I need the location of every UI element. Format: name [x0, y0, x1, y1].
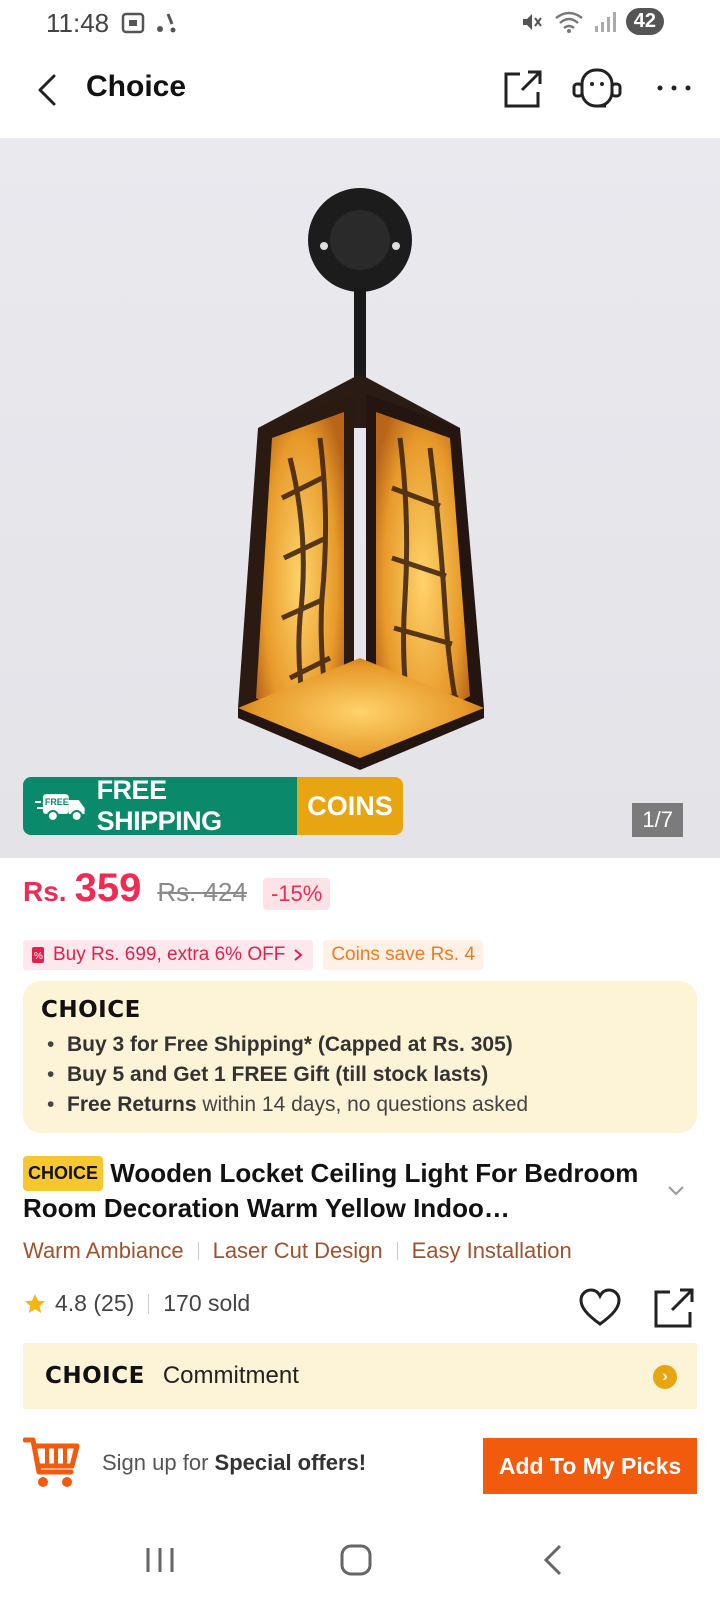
- feature-tag: Warm Ambiance: [23, 1238, 184, 1263]
- product-title-text: Wooden Locket Ceiling Light For Bedroom …: [23, 1158, 639, 1223]
- extra-discount-promo[interactable]: % Buy Rs. 699, extra 6% OFF: [23, 940, 314, 970]
- rating-row[interactable]: 4.8 (25) 170 sold: [23, 1290, 250, 1317]
- feature-tag: Laser Cut Design: [212, 1238, 383, 1263]
- mute-icon: [522, 13, 542, 30]
- free-shipping-label: FREE FREE SHIPPING: [23, 777, 297, 835]
- choice-benefits: CHOICE Buy 3 for Free Shipping* (Capped …: [23, 981, 697, 1133]
- sold-count: 170 sold: [163, 1290, 251, 1316]
- chevron-right-icon: ›: [653, 1365, 677, 1389]
- status-time: 11:48: [46, 8, 110, 38]
- delivery-truck-icon: FREE: [35, 794, 85, 822]
- coupon-icon: %: [32, 947, 44, 963]
- coins-save-badge: Coins save Rs. 4: [323, 940, 483, 970]
- back-nav-icon[interactable]: [534, 1540, 574, 1580]
- rating-value: 4.8 (25): [55, 1290, 135, 1316]
- star-icon: [25, 1293, 45, 1313]
- back-icon[interactable]: [28, 70, 68, 110]
- price-row: Rs. 359 Rs. 424 -15%: [23, 866, 331, 911]
- recent-apps-icon[interactable]: [140, 1540, 180, 1580]
- add-to-my-picks-button[interactable]: Add To My Picks: [483, 1438, 697, 1494]
- price-value: 359: [74, 866, 142, 910]
- image-counter: 1/7: [632, 803, 683, 837]
- status-icons-left: [120, 10, 178, 36]
- choice-logo: CHOICE: [45, 1363, 145, 1389]
- system-nav-bar: [0, 1520, 720, 1600]
- signal-icon: [594, 11, 616, 32]
- wifi-icon: [554, 11, 583, 33]
- home-icon[interactable]: [336, 1540, 376, 1580]
- battery-indicator: 42: [625, 8, 664, 35]
- svg-text:%: %: [34, 951, 43, 962]
- commitment-label: Commitment: [162, 1362, 299, 1389]
- feature-tags: Warm Ambiance Laser Cut Design Easy Inst…: [23, 1238, 572, 1264]
- header: Choice: [0, 56, 720, 136]
- customer-support-icon[interactable]: [572, 66, 622, 112]
- product-title: CHOICE Wooden Locket Ceiling Light For B…: [23, 1156, 673, 1226]
- divider: [148, 1293, 150, 1314]
- feature-tag: Easy Installation: [411, 1238, 572, 1263]
- product-image-carousel[interactable]: FREE FREE SHIPPING COINS 1/7: [0, 138, 720, 858]
- benefit-free-shipping: Buy 3 for Free Shipping* (Capped at Rs. …: [41, 1033, 679, 1057]
- choice-tag: CHOICE: [23, 1156, 104, 1191]
- share-icon[interactable]: [652, 1286, 696, 1330]
- chevron-down-icon[interactable]: [666, 1180, 686, 1200]
- heart-icon[interactable]: [578, 1288, 622, 1328]
- page-title: Choice: [86, 70, 187, 103]
- share-icon[interactable]: [502, 68, 544, 110]
- divider: [396, 1242, 398, 1260]
- chevron-right-icon: [294, 949, 303, 961]
- choice-commitment[interactable]: CHOICE Commitment ›: [23, 1343, 697, 1409]
- status-bar: 11:48 42: [0, 0, 720, 50]
- more-options-icon[interactable]: [652, 66, 696, 110]
- benefit-free-returns: Free Returns within 14 days, no question…: [41, 1093, 679, 1117]
- notification-icon: [157, 13, 176, 33]
- divider: [197, 1242, 199, 1260]
- discount-badge: -15%: [262, 878, 331, 910]
- cart-icon[interactable]: [23, 1434, 81, 1492]
- free-shipping-text: FREE SHIPPING: [96, 777, 223, 835]
- choice-benefits-list: Buy 3 for Free Shipping* (Capped at Rs. …: [41, 1033, 679, 1117]
- promo-row: % Buy Rs. 699, extra 6% OFF Coins save R…: [23, 940, 483, 970]
- free-tag: FREE: [45, 797, 69, 807]
- product-image: [238, 188, 484, 770]
- status-icons-right: 42: [520, 8, 664, 35]
- original-price: Rs. 424: [157, 877, 247, 907]
- extra-discount-text: Buy Rs. 699, extra 6% OFF: [53, 944, 286, 965]
- screenshot-icon: [121, 12, 145, 34]
- benefit-free-gift: Buy 5 and Get 1 FREE Gift (till stock la…: [41, 1063, 679, 1087]
- choice-logo: CHOICE: [41, 997, 141, 1023]
- free-shipping-banner: FREE FREE SHIPPING COINS: [23, 777, 403, 835]
- price-currency: Rs.: [23, 876, 67, 907]
- coins-label: COINS: [297, 777, 403, 835]
- signup-prompt[interactable]: Sign up for Special offers!: [102, 1450, 366, 1476]
